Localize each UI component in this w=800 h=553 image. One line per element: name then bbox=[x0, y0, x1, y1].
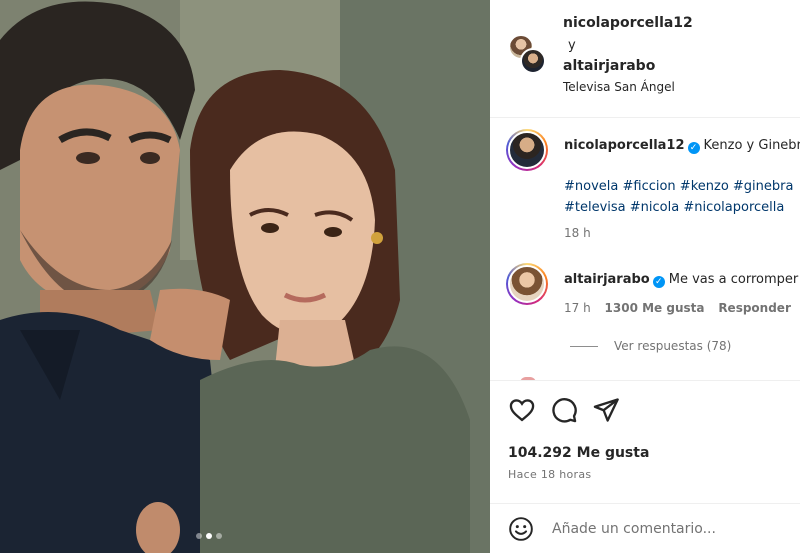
post-image[interactable] bbox=[0, 0, 490, 553]
caption-avatar[interactable] bbox=[506, 129, 548, 171]
post-header: nicolaporcella12 y altairjarabo Televisa… bbox=[490, 0, 800, 118]
comment-avatar[interactable] bbox=[506, 263, 548, 305]
add-comment-bar bbox=[490, 503, 800, 553]
comment-time[interactable]: 17 h bbox=[564, 301, 591, 315]
replies-divider bbox=[570, 346, 598, 347]
caption-meta: 18 h bbox=[564, 226, 601, 240]
comment-icon[interactable] bbox=[550, 396, 578, 424]
view-replies-button[interactable]: Ver respuestas (78) bbox=[570, 339, 731, 353]
avatar-nicolaporcella12[interactable] bbox=[520, 48, 546, 74]
carousel-dot-active[interactable] bbox=[206, 533, 212, 539]
post-photo-illustration bbox=[0, 0, 490, 553]
carousel-dot[interactable] bbox=[216, 533, 222, 539]
collab-username-2[interactable]: altairjarabo bbox=[563, 58, 655, 74]
comment-meta: 17 h 1300 Me gusta Responder bbox=[564, 301, 800, 315]
likes-count[interactable]: 104.292 Me gusta bbox=[508, 445, 649, 461]
comment-username[interactable]: altairjarabo bbox=[564, 272, 650, 287]
view-replies-label: Ver respuestas (78) bbox=[614, 339, 732, 353]
collab-conjunction: y bbox=[568, 38, 576, 53]
heart-icon[interactable] bbox=[508, 396, 536, 424]
caption-time[interactable]: 18 h bbox=[564, 226, 591, 240]
reply-button[interactable]: Responder bbox=[718, 301, 791, 315]
comment-likes[interactable]: 1300 Me gusta bbox=[605, 301, 705, 315]
post-actions bbox=[508, 396, 620, 424]
emoji-icon[interactable] bbox=[508, 516, 534, 542]
post-timestamp[interactable]: Hace 18 horas bbox=[508, 468, 591, 481]
verified-badge-icon: ✓ bbox=[652, 276, 665, 288]
hashtags-line-2[interactable]: #televisa #nicola #nicolaporcella bbox=[564, 197, 800, 218]
caption-username[interactable]: nicolaporcella12 bbox=[564, 138, 685, 153]
collab-username-1[interactable]: nicolaporcella12 bbox=[563, 15, 693, 31]
send-icon[interactable] bbox=[592, 396, 620, 424]
post-side-panel: nicolaporcella12 y altairjarabo Televisa… bbox=[490, 0, 800, 553]
collab-avatars[interactable] bbox=[508, 34, 546, 74]
verified-badge-icon: ✓ bbox=[687, 142, 700, 154]
hashtags-line-1[interactable]: #novela #ficcion #kenzo #ginebra bbox=[564, 176, 800, 197]
location-link[interactable]: Televisa San Ángel bbox=[563, 80, 675, 94]
carousel-indicator bbox=[196, 533, 222, 539]
comment-text: Me vas a corromper bbox=[668, 272, 799, 287]
next-comment-avatar-peek bbox=[520, 377, 536, 380]
comment-line: altairjarabo ✓ Me vas a corromper bbox=[564, 272, 798, 288]
carousel-dot[interactable] bbox=[196, 533, 202, 539]
caption-line: nicolaporcella12 ✓ Kenzo y Ginebra bbox=[564, 138, 800, 154]
caption-text: Kenzo y Ginebra bbox=[703, 138, 800, 153]
caption-hashtags: #novela #ficcion #kenzo #ginebra #televi… bbox=[564, 176, 800, 218]
comments-section[interactable]: nicolaporcella12 ✓ Kenzo y Ginebra #novela… bbox=[490, 119, 800, 381]
comment-input[interactable] bbox=[552, 518, 792, 540]
